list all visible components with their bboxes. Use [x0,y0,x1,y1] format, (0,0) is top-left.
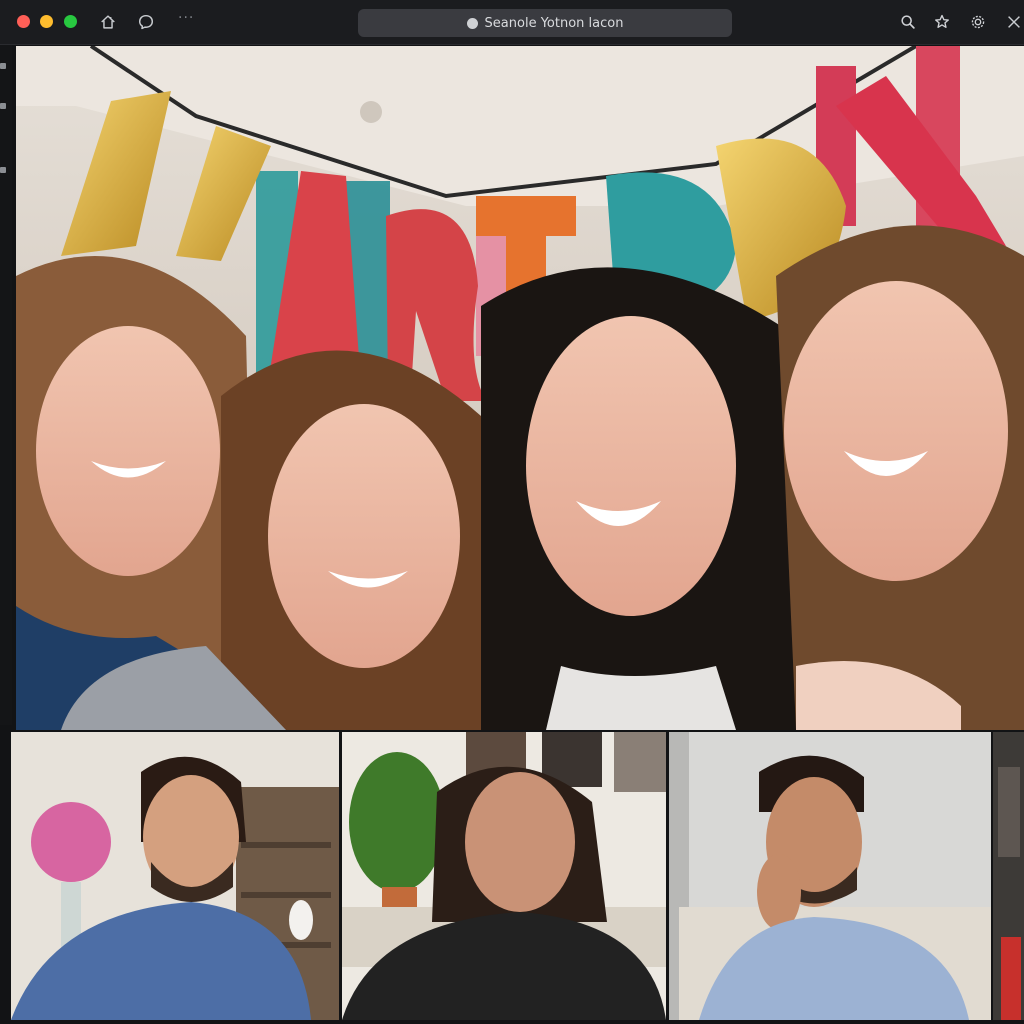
face [465,772,575,912]
sidebar-collapse-icon[interactable] [0,63,6,69]
more-menu-icon[interactable] [1004,12,1024,32]
face [36,326,220,576]
search-icon[interactable] [898,12,918,32]
close-window-button[interactable] [17,15,30,28]
chat-bubble-icon[interactable] [136,12,156,32]
flower-vase [31,802,111,882]
participant-tile[interactable] [11,732,339,1020]
side-panel [0,45,12,725]
main-video-feed[interactable] [16,46,1024,730]
settings-gear-icon[interactable] [968,12,988,32]
star-icon[interactable] [932,12,952,32]
face [268,404,460,668]
face [784,281,1008,581]
more-dots-icon[interactable]: ··· [178,10,194,26]
address-bar[interactable]: Seanole Yotnon lacon [358,9,732,37]
participant-tile[interactable] [669,732,991,1020]
sidebar-item-icon[interactable] [0,167,6,173]
minimize-window-button[interactable] [40,15,53,28]
window-titlebar: ··· Seanole Yotnon lacon [0,0,1024,45]
address-bar-text: Seanole Yotnon lacon [484,15,624,31]
hand [757,854,801,930]
home-icon[interactable] [98,12,118,32]
participant-tile[interactable] [342,732,666,1020]
participant-tile[interactable] [993,732,1024,1020]
site-info-icon[interactable] [466,17,478,29]
sidebar-item-icon[interactable] [0,103,6,109]
face [526,316,736,616]
plant [349,752,445,892]
maximize-window-button[interactable] [64,15,77,28]
wall-picture [614,732,666,792]
